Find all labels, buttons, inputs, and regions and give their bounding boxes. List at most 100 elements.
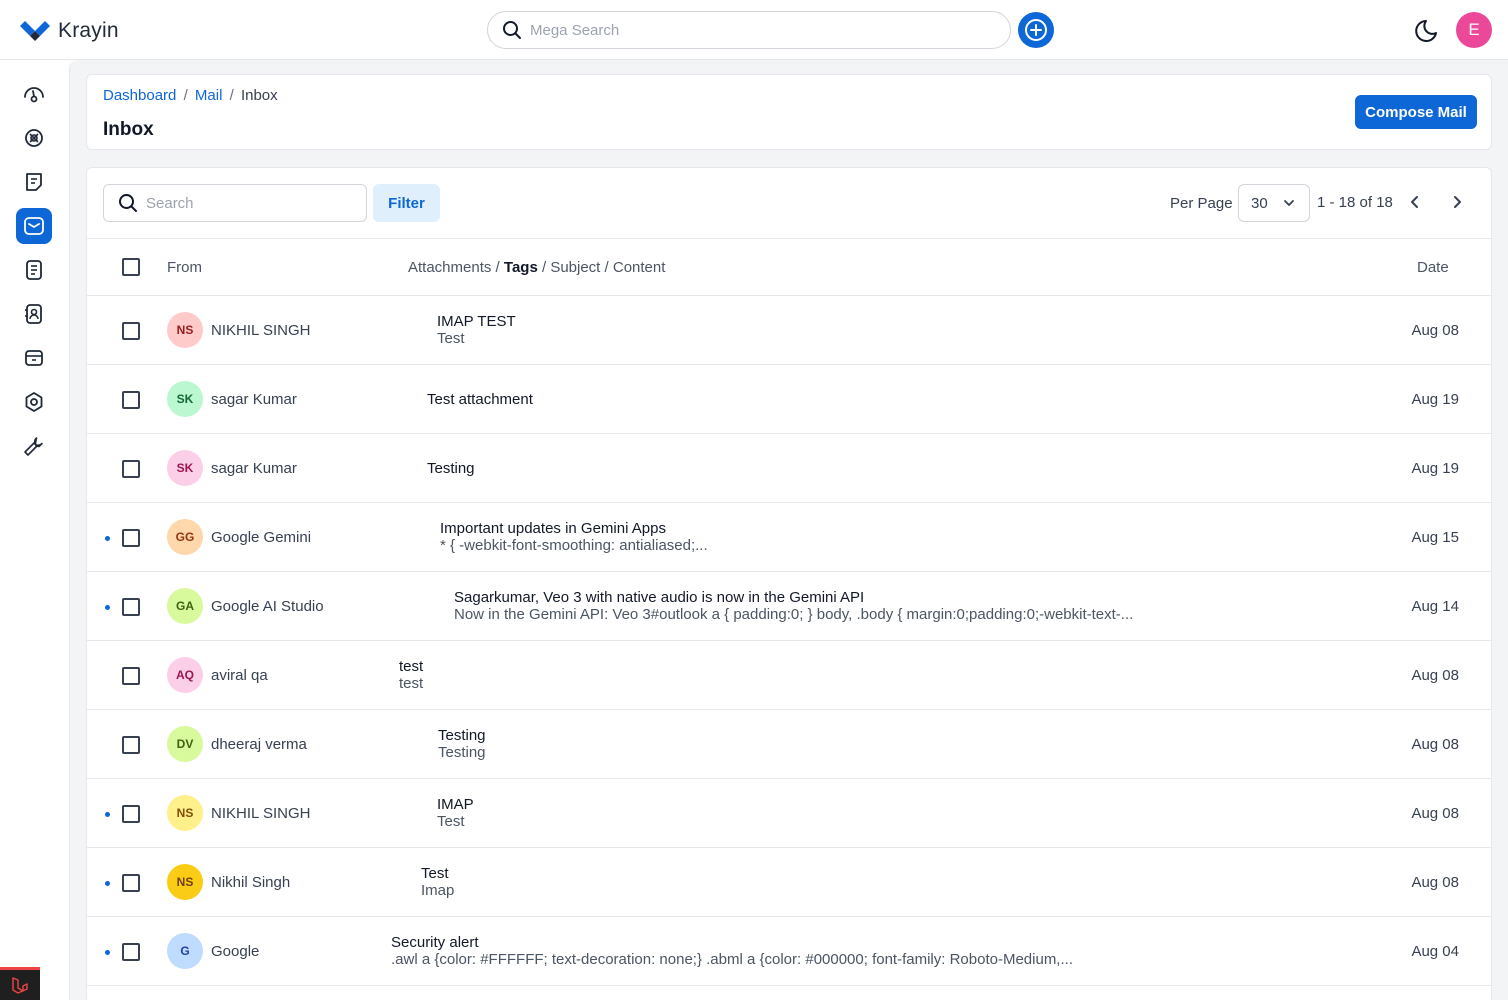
sender-avatar: GG (167, 519, 203, 555)
row-checkbox[interactable] (122, 667, 140, 685)
quick-create-button[interactable] (1018, 12, 1054, 48)
mail-date: Aug 08 (1411, 736, 1459, 753)
mail-date: Aug 19 (1411, 391, 1459, 408)
activities-icon (26, 260, 42, 280)
quotes-icon (26, 173, 42, 191)
column-date[interactable]: Date (1417, 259, 1449, 276)
sidebar-item-mail[interactable] (16, 208, 52, 244)
table-row[interactable]: SK sagar Kumar Testing Aug 19 (87, 434, 1491, 503)
column-subject[interactable]: Attachments / Tags / Subject / Content (408, 259, 665, 276)
mail-subject: Test attachment (427, 391, 533, 408)
column-from[interactable]: From (167, 259, 202, 276)
column-content: Content (612, 259, 666, 276)
table-row[interactable]: NS Nikhil Singh Test Imap Aug 08 (87, 848, 1491, 917)
chevron-down-icon (1283, 200, 1294, 206)
table-row[interactable]: GG Google Gemini Important updates in Ge… (87, 503, 1491, 572)
select-all-checkbox[interactable] (122, 258, 140, 276)
sender-avatar: GA (167, 588, 203, 624)
breadcrumb-mail[interactable]: Mail (195, 87, 223, 104)
table-row[interactable]: AQ aviral qa test test Aug 08 (87, 641, 1491, 710)
sidebar-item-settings[interactable] (16, 384, 52, 420)
sender-name: Google AI Studio (211, 598, 324, 615)
sidebar-item-activities[interactable] (16, 252, 52, 288)
sender-name: sagar Kumar (211, 391, 297, 408)
row-checkbox[interactable] (122, 943, 140, 961)
mail-subject: IMAP TEST (437, 313, 516, 330)
table-row[interactable]: NS NIKHIL SINGH IMAP Test Aug 08 (87, 779, 1491, 848)
unread-indicator (105, 881, 110, 886)
row-checkbox[interactable] (122, 805, 140, 823)
table-row[interactable]: GA Google AI Studio Sagarkumar, Veo 3 wi… (87, 572, 1491, 641)
laravel-debugbar-toggle[interactable] (0, 967, 40, 1000)
mega-search-input[interactable] (530, 21, 980, 39)
sidebar-item-leads[interactable] (16, 120, 52, 156)
krayin-logo[interactable]: Krayin (18, 18, 119, 44)
sidebar-item-products[interactable] (16, 340, 52, 376)
row-checkbox[interactable] (122, 736, 140, 754)
dashboard-gauge-icon (24, 87, 44, 103)
unread-indicator (105, 950, 110, 955)
filter-button[interactable]: Filter (373, 184, 440, 222)
per-page-label: Per Page (1170, 195, 1233, 212)
sidebar-item-configuration[interactable] (16, 428, 52, 464)
sender-avatar: SK (167, 450, 203, 486)
sender-name: Nikhil Singh (211, 874, 291, 891)
per-page-select[interactable]: 30 (1238, 184, 1310, 222)
breadcrumb-current: Inbox (240, 87, 278, 104)
breadcrumb-dashboard[interactable]: Dashboard (103, 87, 176, 104)
search-icon (503, 21, 521, 39)
laravel-icon (12, 977, 28, 994)
sidebar (0, 60, 69, 1000)
sidebar-item-dashboard[interactable] (16, 76, 52, 112)
products-icon (25, 350, 43, 366)
row-checkbox[interactable] (122, 529, 140, 547)
chevron-left-icon[interactable] (1405, 192, 1425, 212)
page-title: Inbox (103, 119, 154, 140)
mail-date: Aug 08 (1411, 874, 1459, 891)
dark-mode-moon-icon[interactable] (1414, 16, 1442, 44)
mail-subject: Testing (438, 727, 486, 744)
main-content: Dashboard / Mail / Inbox Inbox Compose M… (69, 60, 1508, 1000)
table-row[interactable]: DV dheeraj verma Testing Testing Aug 08 (87, 710, 1491, 779)
mail-preview: Now in the Gemini API: Veo 3#outlook a {… (454, 606, 1134, 623)
sidebar-item-quotes[interactable] (16, 164, 52, 200)
compose-mail-button[interactable]: Compose Mail (1355, 95, 1477, 129)
mail-subject: Testing (427, 460, 475, 477)
row-checkbox[interactable] (122, 874, 140, 892)
mail-subject: test (399, 658, 424, 675)
chevron-right-icon[interactable] (1447, 192, 1467, 212)
column-separator: / (495, 259, 500, 276)
unread-indicator (105, 536, 110, 541)
mega-search[interactable] (487, 11, 1011, 49)
table-row[interactable]: NS NIKHIL SINGH IMAP TEST Test Aug 08 (87, 296, 1491, 365)
row-checkbox[interactable] (122, 460, 140, 478)
mail-date: Aug 08 (1411, 667, 1459, 684)
user-avatar[interactable]: E (1456, 12, 1492, 48)
mail-date: Aug 04 (1411, 943, 1459, 960)
breadcrumb-separator: / (229, 87, 234, 104)
row-checkbox[interactable] (122, 322, 140, 340)
leads-icon (25, 129, 43, 147)
row-checkbox[interactable] (122, 391, 140, 409)
sender-name: NIKHIL SINGH (211, 805, 311, 822)
sidebar-item-contacts[interactable] (16, 296, 52, 332)
column-tags: Tags (503, 259, 538, 276)
sender-avatar: SK (167, 381, 203, 417)
unread-indicator (105, 812, 110, 817)
mail-date: Aug 08 (1411, 805, 1459, 822)
table-search-input[interactable] (146, 194, 346, 212)
table-row[interactable]: SK sagar Kumar Test attachment Aug 19 (87, 365, 1491, 434)
sender-name: Google (211, 943, 260, 960)
sender-avatar: NS (167, 795, 203, 831)
sender-avatar: NS (167, 864, 203, 900)
table-row[interactable]: G Google Security alert .awl a {color: #… (87, 917, 1491, 986)
mail-icon (24, 217, 44, 235)
table-search[interactable] (103, 184, 367, 222)
sender-avatar: DV (167, 726, 203, 762)
unread-indicator (105, 605, 110, 610)
row-checkbox[interactable] (122, 598, 140, 616)
mail-preview: Test (437, 813, 465, 830)
sender-name: Google Gemini (211, 529, 312, 546)
sender-name: aviral qa (211, 667, 268, 684)
mail-preview: Imap (421, 882, 455, 899)
